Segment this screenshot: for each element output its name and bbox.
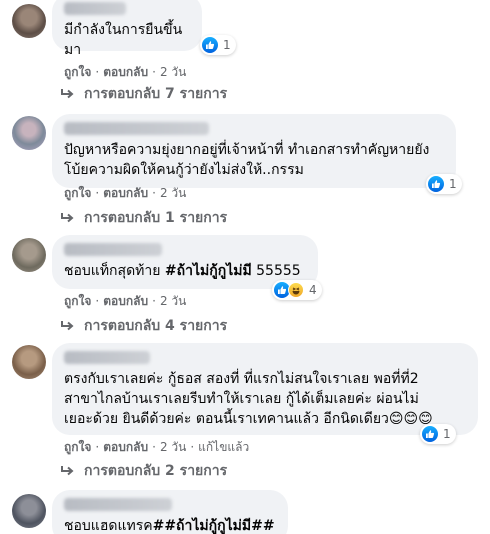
reply-button[interactable]: ตอบกลับ xyxy=(103,186,148,200)
like-icon xyxy=(428,176,444,192)
comment-bubble: มีกำลังในการยืนขึ้นมา xyxy=(52,0,202,58)
avatar[interactable] xyxy=(12,345,46,379)
avatar[interactable] xyxy=(12,494,46,528)
comment-actions: ถูกใจ · ตอบกลับ · 2 วัน xyxy=(64,65,187,79)
comment-text: ชอบแท็กสุดท้าย #ถ้าไม่กู้กูไม่มี 55555 xyxy=(64,261,306,281)
like-button[interactable]: ถูกใจ xyxy=(64,440,91,454)
view-replies-link[interactable]: การตอบกลับ 4 รายการ xyxy=(60,315,227,337)
text-prefix: ชอบแฮดแทรค xyxy=(64,518,153,534)
author-name-blurred[interactable] xyxy=(64,2,126,15)
comment-text: ตรงกับเราเลยค่ะ กู้ธอส สองที่ ที่แรกไม่ส… xyxy=(64,371,433,427)
text-suffix: 55555 xyxy=(251,263,301,279)
replies-label: การตอบกลับ 4 รายการ xyxy=(84,318,228,334)
avatar[interactable] xyxy=(12,238,46,272)
like-button[interactable]: ถูกใจ xyxy=(64,294,91,308)
timestamp[interactable]: 2 วัน xyxy=(160,294,186,308)
timestamp[interactable]: 2 วัน xyxy=(160,186,186,200)
author-name-blurred[interactable] xyxy=(64,351,150,364)
comment-actions: ถูกใจ · ตอบกลับ · 2 วัน · แก้ไขแล้ว xyxy=(64,440,250,454)
comment-actions: ถูกใจ · ตอบกลับ · 2 วัน xyxy=(64,294,187,308)
edited-label[interactable]: แก้ไขแล้ว xyxy=(198,440,249,454)
reaction-summary[interactable]: 1 xyxy=(200,35,236,55)
reaction-count: 1 xyxy=(449,177,457,191)
comment-actions: ถูกใจ · ตอบกลับ · 2 วัน xyxy=(64,186,187,200)
reply-arrow-icon xyxy=(61,321,74,331)
reaction-count: 1 xyxy=(223,38,231,52)
comment-bubble: ปัญหาหรือความยุ่งยากอยู่ที่เจ้าหน้าที่ ท… xyxy=(52,114,456,188)
reply-button[interactable]: ตอบกลับ xyxy=(103,440,148,454)
reaction-count: 1 xyxy=(443,427,451,441)
reply-arrow-icon xyxy=(61,213,74,223)
like-button[interactable]: ถูกใจ xyxy=(64,186,91,200)
replies-label: การตอบกลับ 2 รายการ xyxy=(84,463,228,479)
text-prefix: ชอบแท็กสุดท้าย xyxy=(64,263,165,279)
like-button[interactable]: ถูกใจ xyxy=(64,65,91,79)
comment-text: มีกำลังในการยืนขึ้นมา xyxy=(64,22,183,58)
replies-label: การตอบกลับ 1 รายการ xyxy=(84,210,228,226)
reply-button[interactable]: ตอบกลับ xyxy=(103,65,148,79)
author-name-blurred[interactable] xyxy=(64,498,172,511)
like-icon xyxy=(202,37,218,53)
view-replies-link[interactable]: การตอบกลับ 1 รายการ xyxy=(60,207,227,229)
author-name-blurred[interactable] xyxy=(64,122,209,135)
reaction-summary[interactable]: 1 xyxy=(420,424,456,444)
view-replies-link[interactable]: การตอบกลับ 2 รายการ xyxy=(60,460,227,482)
comment-text: ปัญหาหรือความยุ่งยากอยู่ที่เจ้าหน้าที่ ท… xyxy=(64,142,430,178)
like-icon xyxy=(422,426,438,442)
reply-arrow-icon xyxy=(61,466,74,476)
author-name-blurred[interactable] xyxy=(64,243,162,256)
timestamp[interactable]: 2 วัน xyxy=(160,440,186,454)
reaction-summary[interactable]: 4 xyxy=(272,280,322,300)
comment-bubble: ชอบแฮดแทรค##ถ้าไม่กู้กูไม่มี## xyxy=(52,490,288,534)
haha-icon xyxy=(288,282,304,298)
timestamp[interactable]: 2 วัน xyxy=(160,65,186,79)
reaction-summary[interactable]: 1 xyxy=(426,174,462,194)
view-replies-link[interactable]: การตอบกลับ 7 รายการ xyxy=(60,83,227,105)
reply-arrow-icon xyxy=(61,89,74,99)
avatar[interactable] xyxy=(12,4,46,38)
hashtag[interactable]: #ถ้าไม่กู้กูไม่มี xyxy=(165,263,252,279)
reaction-count: 4 xyxy=(309,283,317,297)
comment-text: ชอบแฮดแทรค##ถ้าไม่กู้กูไม่มี## xyxy=(64,516,276,534)
hashtag[interactable]: ##ถ้าไม่กู้กูไม่มี## xyxy=(153,518,275,534)
replies-label: การตอบกลับ 7 รายการ xyxy=(84,86,228,102)
avatar[interactable] xyxy=(12,116,46,150)
reply-button[interactable]: ตอบกลับ xyxy=(103,294,148,308)
comment-bubble: ตรงกับเราเลยค่ะ กู้ธอส สองที่ ที่แรกไม่ส… xyxy=(52,343,478,435)
